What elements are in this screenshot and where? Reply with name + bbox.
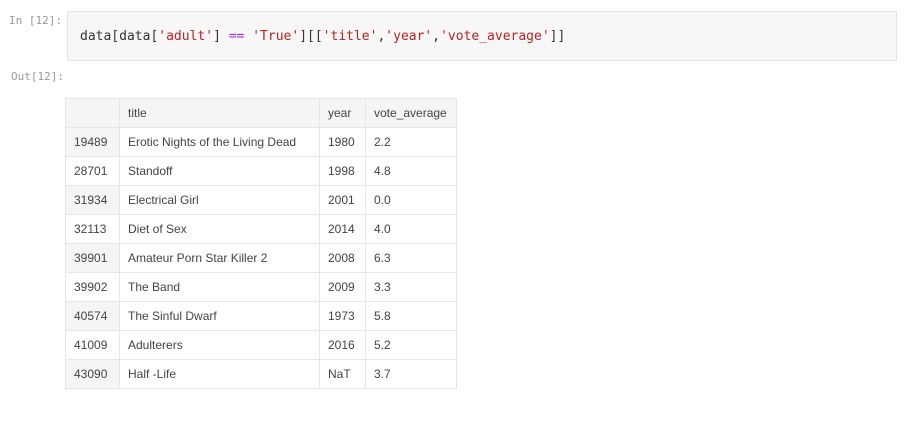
row-index: 41009 [65, 330, 120, 360]
cell-year: 2016 [319, 330, 366, 360]
cell-vote-average: 5.2 [365, 330, 457, 360]
cell-title: The Sinful Dwarf [119, 301, 320, 331]
code-operator: == [228, 29, 245, 44]
cell-vote-average: 6.3 [365, 243, 457, 273]
cell-year: 1980 [319, 127, 366, 157]
table-row: 43090 Half -Life NaT 3.7 [65, 359, 457, 389]
table-row: 32113 Diet of Sex 2014 4.0 [65, 214, 457, 244]
cell-title: Adulterers [119, 330, 320, 360]
cell-year: 1973 [319, 301, 366, 331]
row-index: 28701 [65, 156, 120, 186]
code-token: ]] [549, 29, 566, 44]
cell-title: Diet of Sex [119, 214, 320, 244]
code-string: 'title' [322, 29, 378, 44]
code-token: data[data[ [80, 29, 159, 44]
cell-title: Amateur Porn Star Killer 2 [119, 243, 320, 273]
cell-year: NaT [319, 359, 366, 389]
code-cell[interactable]: data[data['adult'] == 'True'][['title','… [67, 11, 897, 61]
code-string: 'True' [252, 29, 300, 44]
dataframe-table: title year vote_average 19489 Erotic Nig… [65, 98, 457, 389]
cell-title: Electrical Girl [119, 185, 320, 215]
column-header-year: year [319, 98, 366, 128]
table-row: 39901 Amateur Porn Star Killer 2 2008 6.… [65, 243, 457, 273]
code-string: 'vote_average' [440, 29, 550, 44]
row-index: 43090 [65, 359, 120, 389]
row-index: 39901 [65, 243, 120, 273]
cell-title: Half -Life [119, 359, 320, 389]
row-index: 32113 [65, 214, 120, 244]
code-token: ][[ [299, 29, 323, 44]
table-row: 19489 Erotic Nights of the Living Dead 1… [65, 127, 457, 157]
table-row: 28701 Standoff 1998 4.8 [65, 156, 457, 186]
output-prompt: Out[12]: [11, 70, 64, 83]
row-index: 39902 [65, 272, 120, 302]
table-row: 39902 The Band 2009 3.3 [65, 272, 457, 302]
index-header [65, 98, 120, 128]
code-line[interactable]: data[data['adult'] == 'True'][['title','… [80, 29, 565, 44]
code-string: 'adult' [158, 29, 214, 44]
cell-title: Standoff [119, 156, 320, 186]
cell-vote-average: 4.0 [365, 214, 457, 244]
row-index: 40574 [65, 301, 120, 331]
cell-year: 2008 [319, 243, 366, 273]
table-row: 40574 The Sinful Dwarf 1973 5.8 [65, 301, 457, 331]
column-header-vote-average: vote_average [365, 98, 457, 128]
cell-vote-average: 2.2 [365, 127, 457, 157]
cell-title: Erotic Nights of the Living Dead [119, 127, 320, 157]
cell-vote-average: 3.7 [365, 359, 457, 389]
table-header-row: title year vote_average [65, 98, 457, 128]
cell-title: The Band [119, 272, 320, 302]
cell-year: 1998 [319, 156, 366, 186]
cell-year: 2014 [319, 214, 366, 244]
cell-vote-average: 0.0 [365, 185, 457, 215]
code-token: ] [213, 29, 229, 44]
code-token: , [432, 29, 441, 44]
row-index: 31934 [65, 185, 120, 215]
cell-vote-average: 5.8 [365, 301, 457, 331]
row-index: 19489 [65, 127, 120, 157]
cell-year: 2001 [319, 185, 366, 215]
column-header-title: title [119, 98, 320, 128]
input-prompt: In [12]: [9, 14, 62, 27]
cell-vote-average: 3.3 [365, 272, 457, 302]
cell-vote-average: 4.8 [365, 156, 457, 186]
table-row: 31934 Electrical Girl 2001 0.0 [65, 185, 457, 215]
code-string: 'year' [385, 29, 433, 44]
cell-year: 2009 [319, 272, 366, 302]
table-row: 41009 Adulterers 2016 5.2 [65, 330, 457, 360]
